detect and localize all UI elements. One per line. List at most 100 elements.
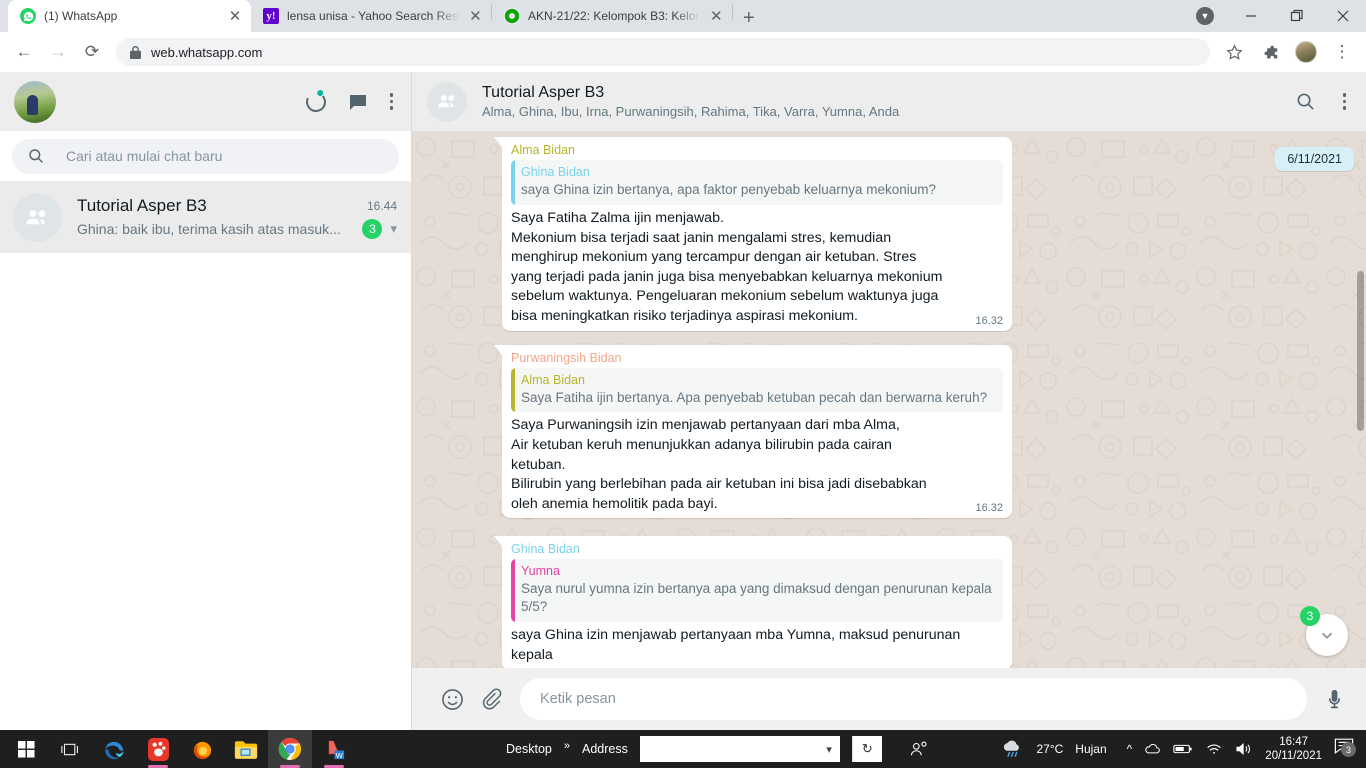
people-icon[interactable] (910, 741, 928, 757)
chat-header: Tutorial Asper B3 Alma, Ghina, Ibu, Irna… (412, 72, 1366, 131)
group-avatar[interactable] (427, 81, 467, 122)
weather-icon[interactable] (1002, 740, 1024, 758)
overflow-chevrons[interactable]: » (564, 740, 570, 752)
scroll-to-bottom-button[interactable]: 3 (1300, 606, 1348, 656)
unread-badge: 3 (1300, 606, 1320, 626)
menu-icon[interactable] (389, 93, 393, 110)
desktop-toolbar-label[interactable]: Desktop (506, 742, 552, 756)
search-input[interactable]: Cari atau mulai chat baru (12, 138, 399, 174)
new-tab-button[interactable]: + (743, 8, 755, 28)
address-input[interactable]: ▾ (639, 736, 840, 762)
list-item-body: Tutorial Asper B3 16.44 Ghina: baik ibu,… (77, 196, 397, 239)
chat-header-icons (1296, 92, 1346, 111)
onedrive-icon[interactable] (1144, 742, 1161, 756)
system-tray: 27°C Hujan ^ 16:47 20/11/2021 3 (1002, 735, 1366, 764)
chat-scrollbar[interactable] (1355, 131, 1366, 667)
message-row: Alma Bidan Ghina Bidan saya Ghina izin b… (494, 137, 1304, 331)
bookmark-star-icon[interactable] (1218, 36, 1250, 68)
search-icon (28, 148, 44, 164)
attach-icon[interactable] (481, 688, 504, 711)
lock-icon (130, 45, 141, 59)
chrome-icon[interactable] (268, 730, 312, 768)
windows-start-icon[interactable] (4, 730, 48, 768)
list-item[interactable]: Tutorial Asper B3 16.44 Ghina: baik ibu,… (0, 181, 411, 253)
date-badge: 6/11/2021 (1275, 147, 1354, 171)
tab-whatsapp[interactable]: (1) WhatsApp ✕ (8, 0, 251, 32)
address-bar[interactable]: web.whatsapp.com (116, 38, 1210, 66)
message-area[interactable]: 6/11/2021 Alma Bidan Ghina Bidan saya Gh… (412, 131, 1366, 668)
menu-icon[interactable] (1342, 93, 1346, 110)
message-input[interactable]: Ketik pesan (520, 678, 1307, 720)
chat-list: Tutorial Asper B3 16.44 Ghina: baik ibu,… (0, 181, 411, 730)
group-avatar (13, 192, 62, 242)
search-icon[interactable] (1296, 92, 1315, 111)
notification-icon[interactable]: 3 (1334, 737, 1360, 761)
quoted-sender: Alma Bidan (521, 372, 585, 387)
message-bubble[interactable]: Alma Bidan Ghina Bidan saya Ghina izin b… (494, 137, 1012, 331)
quoted-text: Saya nurul yumna izin bertanya apa yang … (521, 581, 992, 615)
toolbar-desktop-group: Desktop » Address ▾ ↻ (506, 736, 928, 762)
moodle-icon (504, 8, 520, 24)
tab-yahoo[interactable]: y! lensa unisa - Yahoo Search Result ✕ (251, 0, 491, 32)
browser-toolbar: ← → ⟳ web.whatsapp.com ⋮ (0, 32, 1366, 72)
chat-panel: Tutorial Asper B3 Alma, Ghina, Ibu, Irna… (412, 72, 1366, 730)
weather-temperature[interactable]: 27°C (1036, 742, 1063, 756)
reload-button[interactable]: ⟳ (76, 36, 108, 68)
page-title: Tutorial Asper B3 (482, 84, 605, 101)
close-icon[interactable]: ✕ (468, 9, 483, 24)
status-ring-icon[interactable] (302, 87, 329, 115)
scrollbar-thumb[interactable] (1357, 271, 1364, 431)
maximize-button[interactable] (1274, 0, 1320, 32)
message-row: Ghina Bidan Yumna Saya nurul yumna izin … (494, 536, 1304, 668)
weather-condition[interactable]: Hujan (1075, 742, 1106, 756)
message-text: Saya Fatiha Zalma ijin menjawab. Mekoniu… (511, 209, 943, 324)
new-chat-icon[interactable] (348, 92, 368, 112)
chat-preview: Ghina: baik ibu, terima kasih atas masuk… (77, 220, 341, 237)
volume-icon[interactable] (1235, 742, 1253, 756)
user-avatar[interactable] (14, 80, 56, 123)
whatsapp-icon (20, 8, 36, 24)
chevron-down-icon (1321, 632, 1333, 639)
message-time: 16.32 (975, 314, 1003, 327)
chevron-down-icon[interactable]: ▾ (390, 221, 397, 237)
taskbar-clock[interactable]: 16:47 20/11/2021 (1265, 735, 1322, 764)
quoted-message[interactable]: Ghina Bidan saya Ghina izin bertanya, ap… (511, 160, 1003, 205)
message-bubble[interactable]: Ghina Bidan Yumna Saya nurul yumna izin … (494, 536, 1012, 668)
close-icon[interactable]: ✕ (227, 9, 243, 24)
battery-icon[interactable] (1173, 743, 1193, 755)
chat-header-text: Tutorial Asper B3 Alma, Ghina, Ibu, Irna… (482, 84, 899, 119)
close-button[interactable] (1320, 0, 1366, 32)
puzzle-icon[interactable] (1254, 36, 1286, 68)
toolbar-actions: ⋮ (1218, 36, 1358, 68)
quoted-message[interactable]: Alma Bidan Saya Fatiha ijin bertanya. Ap… (511, 367, 1003, 413)
address-refresh-button[interactable]: ↻ (851, 736, 882, 762)
vlc-icon[interactable]: W (312, 730, 356, 768)
message-time: 16.32 (975, 502, 1003, 515)
microphone-icon[interactable] (1323, 688, 1346, 711)
show-hidden-icons[interactable]: ^ (1127, 742, 1133, 756)
avatar[interactable] (1290, 36, 1322, 68)
close-icon[interactable]: ✕ (708, 9, 724, 24)
minimize-button[interactable] (1228, 0, 1274, 32)
wifi-icon[interactable] (1205, 742, 1223, 756)
tab-akn[interactable]: AKN-21/22: Kelompok B3: Kelom ✕ (492, 0, 732, 32)
chevron-down-icon[interactable]: ▾ (826, 743, 832, 756)
bubble-tail (494, 536, 502, 547)
emoji-icon[interactable] (440, 687, 465, 712)
gnome-icon[interactable] (136, 730, 180, 768)
task-view-icon[interactable] (48, 730, 92, 768)
edge-icon[interactable] (92, 730, 136, 768)
browser-menu-icon[interactable]: ⋮ (1326, 36, 1358, 68)
chrome-caret-icon[interactable]: ▼ (1182, 0, 1228, 32)
forward-button[interactable]: → (42, 36, 74, 68)
sidebar-header (0, 72, 411, 131)
quoted-message[interactable]: Yumna Saya nurul yumna izin bertanya apa… (511, 559, 1003, 623)
message-sender: Alma Bidan (511, 143, 575, 157)
firefox-icon[interactable] (180, 730, 224, 768)
quoted-text: saya Ghina izin bertanya, apa faktor pen… (521, 182, 936, 197)
file-explorer-icon[interactable] (224, 730, 268, 768)
back-button[interactable]: ← (8, 36, 40, 68)
unread-badge: 3 (362, 218, 383, 239)
message-row: Purwaningsih Bidan Alma Bidan Saya Fatih… (494, 344, 1304, 519)
message-bubble[interactable]: Purwaningsih Bidan Alma Bidan Saya Fatih… (494, 344, 1012, 519)
